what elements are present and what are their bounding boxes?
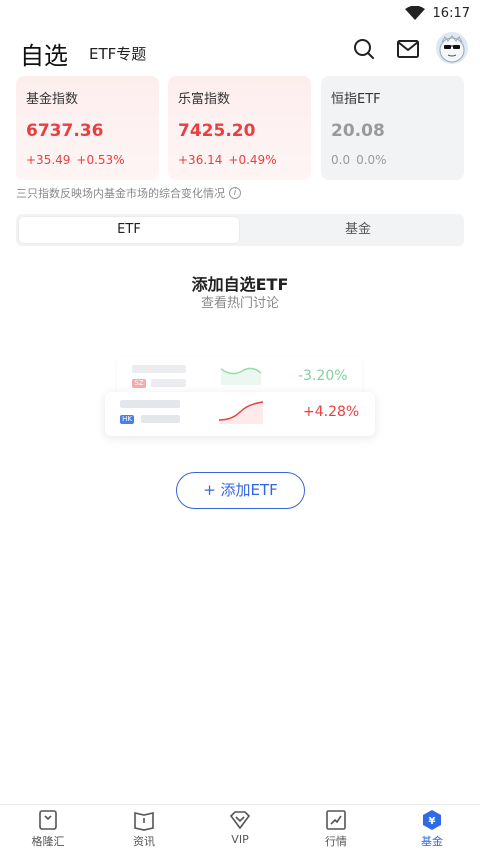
index-value: 6737.36 <box>26 121 104 141</box>
index-cards: 基金指数 6737.36 +35.49 +0.53% 乐富指数 7425.20 +… <box>16 76 464 180</box>
index-value: 7425.20 <box>178 121 256 141</box>
nav-item-vip[interactable]: VIP <box>200 809 280 853</box>
etf-topic-link[interactable]: ETF专题 <box>89 43 146 64</box>
index-note: 三只指数反映场内基金市场的综合变化情况 i <box>16 185 241 201</box>
clock: 16:17 <box>432 5 470 21</box>
placeholder-bar <box>120 400 180 408</box>
nav-item-gelonghui[interactable]: 格隆汇 <box>8 809 88 853</box>
market-tag: HK <box>120 415 134 424</box>
nav-item-news[interactable]: 资讯 <box>104 809 184 853</box>
placeholder-bar <box>151 379 186 387</box>
nav-label: 格隆汇 <box>31 835 65 848</box>
placeholder-bar <box>132 365 186 373</box>
market-tag: SZ <box>132 379 146 388</box>
index-name: 乐富指数 <box>178 92 231 107</box>
nav-item-fund[interactable]: ¥ 基金 <box>392 809 472 853</box>
index-change-abs: +36.14 <box>178 153 223 167</box>
nav-label: VIP <box>231 833 249 846</box>
index-card-fund[interactable]: 基金指数 6737.36 +35.49 +0.53% <box>16 76 159 180</box>
nav-label: 资讯 <box>133 835 155 848</box>
market-chart-icon <box>326 810 346 830</box>
index-card-lefu[interactable]: 乐富指数 7425.20 +36.14 +0.49% <box>168 76 311 180</box>
index-change: +36.14 +0.49% <box>178 153 301 167</box>
placeholder-bar <box>141 415 180 423</box>
index-name: 基金指数 <box>26 92 79 107</box>
index-value: 20.08 <box>331 121 385 141</box>
header: 自选 ETF专题 <box>0 30 480 74</box>
status-bar: 16:17 <box>0 0 480 26</box>
index-change: +35.49 +0.53% <box>26 153 149 167</box>
gelonghui-icon <box>39 810 57 830</box>
sparkline-up-icon <box>218 401 264 424</box>
index-change: 0.0 0.0% <box>331 153 454 167</box>
nav-item-market[interactable]: 行情 <box>296 809 376 853</box>
index-change-pct: +0.53% <box>76 153 125 167</box>
index-note-text: 三只指数反映场内基金市场的综合变化情况 <box>16 187 225 200</box>
tab-fund[interactable]: 基金 <box>248 217 468 243</box>
index-change-pct: 0.0% <box>356 153 387 167</box>
info-icon[interactable]: i <box>229 187 241 199</box>
fund-yen-icon: ¥ <box>423 810 441 830</box>
index-change-abs: 0.0 <box>331 153 351 167</box>
sparkline-down-icon <box>220 367 262 385</box>
wifi-icon <box>404 6 425 20</box>
svg-text:¥: ¥ <box>429 816 436 827</box>
empty-state-subtitle: 查看热门讨论 <box>200 296 279 311</box>
page-title: 自选 <box>20 42 68 70</box>
avatar-face-icon <box>439 35 465 63</box>
segmented-tabs: ETF 基金 <box>16 214 464 246</box>
illustration-card-front: HK +4.28% <box>105 392 375 436</box>
mail-icon[interactable] <box>396 38 420 60</box>
index-change-pct: +0.49% <box>228 153 277 167</box>
search-icon[interactable] <box>352 37 376 61</box>
nav-label: 基金 <box>421 835 443 848</box>
bottom-nav: 格隆汇 资讯 VIP 行情 ¥ 基金 <box>0 804 480 853</box>
index-card-hsi-etf[interactable]: 恒指ETF 20.08 0.0 0.0% <box>321 76 464 180</box>
news-book-icon <box>134 812 154 831</box>
tab-etf[interactable]: ETF <box>19 217 239 243</box>
add-etf-button[interactable]: + 添加ETF <box>176 472 305 509</box>
vip-diamond-icon <box>229 811 251 830</box>
nav-label: 行情 <box>325 835 347 848</box>
avatar[interactable] <box>436 32 468 64</box>
illustration-pct: +4.28% <box>303 404 360 420</box>
index-name: 恒指ETF <box>331 92 381 107</box>
index-change-abs: +35.49 <box>26 153 71 167</box>
illustration-pct: -3.20% <box>298 368 348 384</box>
